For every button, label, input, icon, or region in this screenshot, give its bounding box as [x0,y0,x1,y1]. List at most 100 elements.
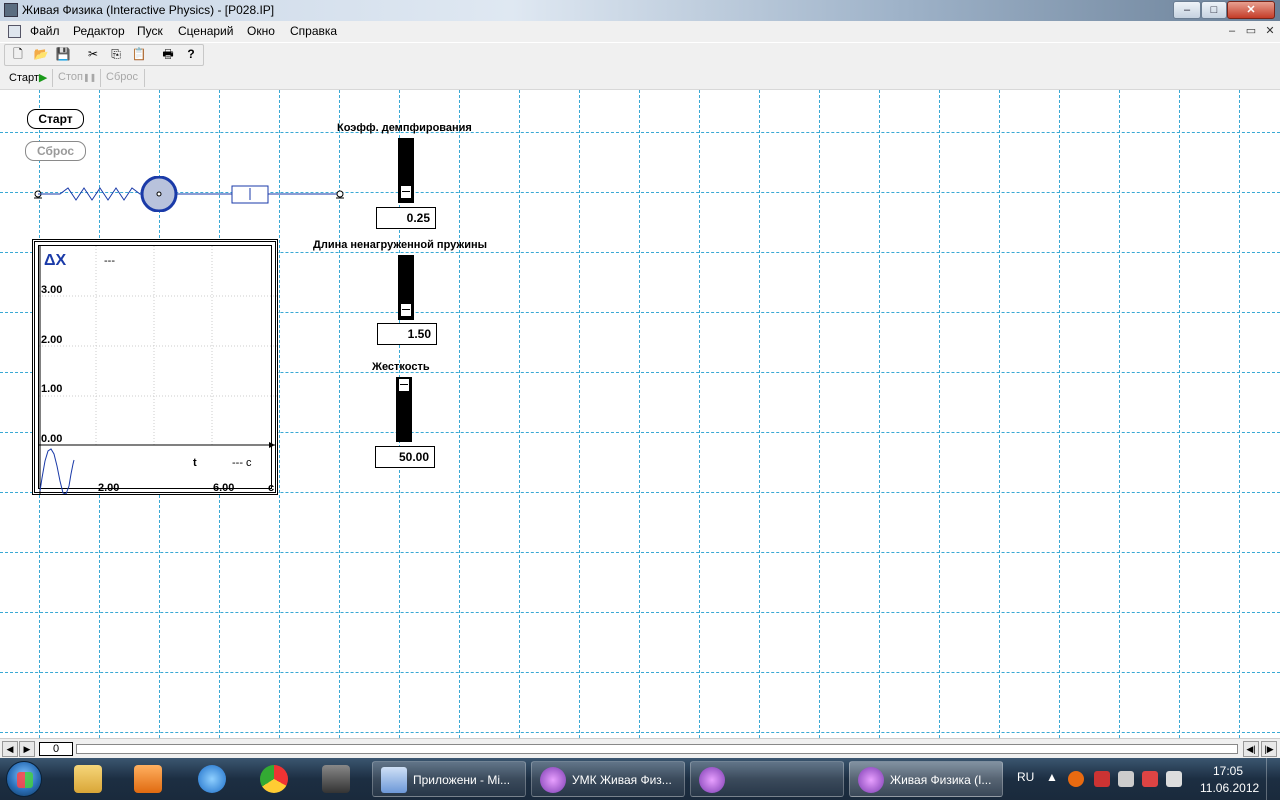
mdi-minimize-button[interactable]: – [1224,24,1240,39]
menu-file[interactable]: Файл [30,24,60,38]
task-physics-grouped[interactable] [690,761,844,797]
spring-mass-damper[interactable] [30,176,350,212]
mdi-restore-button[interactable]: ▭ [1243,24,1259,39]
minimize-button[interactable]: – [1173,1,1201,19]
y-tick-label: 1.00 [41,383,63,395]
word-icon [381,767,407,793]
step-forward-button[interactable]: ▶ [19,741,35,757]
maximize-button[interactable]: □ [1201,1,1227,19]
clock-date[interactable]: 11.06.2012 [1200,781,1259,795]
scroll-end-button[interactable]: |▶ [1261,741,1277,757]
run-start-button[interactable]: Старт▶ [9,71,47,84]
app-icon [322,765,350,793]
taskbar: Приложени - Mi... УМК Живая Физ... Живая… [0,758,1280,800]
slider-label-stiffness: Жесткость [372,361,430,373]
clock-time[interactable]: 17:05 [1213,764,1243,778]
start-button[interactable] [6,761,42,797]
slider-stiffness[interactable] [396,377,412,442]
cut-icon[interactable]: ✂ [85,47,101,62]
x-readout: --- c [232,457,252,469]
grid-line [1239,90,1240,738]
help-icon[interactable]: ? [183,47,199,62]
value-box-spring-length[interactable]: 1.50 [377,323,437,345]
slider-damping[interactable] [398,138,414,203]
slider-label-damping: Коэфф. демпфирования [337,122,472,134]
pinned-app[interactable] [312,762,360,796]
run-separator [144,69,145,87]
slider-thumb[interactable] [398,378,410,392]
pinned-chrome[interactable] [250,762,298,796]
scroll-start-button[interactable]: ◀| [1243,741,1259,757]
tray-app-icon[interactable] [1068,771,1084,787]
mdi-close-button[interactable]: ✕ [1262,24,1278,39]
show-desktop-button[interactable] [1266,758,1280,800]
run-start-label: Старт [9,72,39,84]
windows-logo-icon [17,772,33,788]
y-tick-label: 0.00 [41,433,63,445]
slider-thumb[interactable] [400,303,412,317]
simulation-workspace[interactable]: Старт Сброс Коэфф. демпфирования 0.25 Дл… [0,90,1280,738]
grid-line [1119,90,1120,738]
physics-icon [858,767,884,793]
task-live-physics[interactable]: Живая Физика (I... [849,761,1003,797]
run-stop-button[interactable]: Стоп❚❚ [58,71,96,83]
physics-icon [540,767,566,793]
document-icon[interactable] [8,25,21,38]
grid-line [699,90,700,738]
close-button[interactable]: ✕ [1227,1,1275,19]
grid-line [0,732,1280,733]
menu-run[interactable]: Пуск [137,24,163,38]
show-hidden-icons-button[interactable]: ▲ [1046,770,1058,784]
scene-reset-button[interactable]: Сброс [25,141,86,161]
y-tick-label: 2.00 [41,334,63,346]
y-axis-label: ΔX [44,252,67,269]
frame-counter[interactable]: 0 [39,742,73,756]
grid-line [579,90,580,738]
slider-thumb[interactable] [400,185,412,199]
task-umk[interactable]: УМК Живая Физ... [531,761,685,797]
network-icon[interactable] [1142,771,1158,787]
grid-line [759,90,760,738]
grid-line [819,90,820,738]
grid-line [1059,90,1060,738]
menu-scenario[interactable]: Сценарий [178,24,233,38]
slider-spring-length[interactable] [398,255,414,320]
value-box-damping[interactable]: 0.25 [376,207,436,229]
save-icon[interactable]: 💾 [55,47,71,62]
menu-bar: Файл Редактор Пуск Сценарий Окно Справка… [0,21,1280,42]
tray-device-icon[interactable] [1118,771,1134,787]
open-icon[interactable]: 📂 [33,47,49,62]
copy-icon[interactable]: ⎘ [108,47,124,62]
menu-window[interactable]: Окно [247,24,275,38]
y-tick-label: 3.00 [41,284,63,296]
pinned-internet-explorer[interactable] [188,762,236,796]
print-icon[interactable]: 🖶 [160,47,176,62]
mass-center-icon [156,191,162,197]
scroll-track[interactable] [76,744,1238,754]
value-box-stiffness[interactable]: 50.00 [375,446,435,468]
menu-editor[interactable]: Редактор [73,24,125,38]
y-readout: --- [104,255,115,267]
title-bar[interactable]: Живая Физика (Interactive Physics) - [P0… [0,0,1280,21]
task-word[interactable]: Приложени - Mi... [372,761,526,797]
scroll-left-button[interactable]: ◀ [2,741,18,757]
grid-line [939,90,940,738]
language-indicator[interactable]: RU [1017,770,1034,784]
slider-label-spring-length: Длина ненагруженной пружины [313,239,488,251]
app-icon [4,3,18,17]
grid-line [519,90,520,738]
tape-player-bar: ◀ ▶ 0 ◀| |▶ [0,738,1280,758]
menu-help[interactable]: Справка [290,24,337,38]
graph-meter[interactable]: ΔX --- 3.00 2.00 1.00 0.00 t --- c 2.00 … [32,239,278,495]
pause-icon: ❚❚ [82,73,97,82]
scene-start-button[interactable]: Старт [27,109,84,129]
pinned-explorer[interactable] [64,762,112,796]
pinned-media-player[interactable] [124,762,172,796]
new-icon[interactable]: 🗋 [10,47,26,62]
spring [38,187,142,201]
volume-icon[interactable] [1166,771,1182,787]
tray-flag-icon[interactable] [1094,771,1110,787]
run-reset-button[interactable]: Сброс [106,71,138,83]
x-unit-label: c [268,482,275,494]
paste-icon[interactable]: 📋 [131,47,147,62]
